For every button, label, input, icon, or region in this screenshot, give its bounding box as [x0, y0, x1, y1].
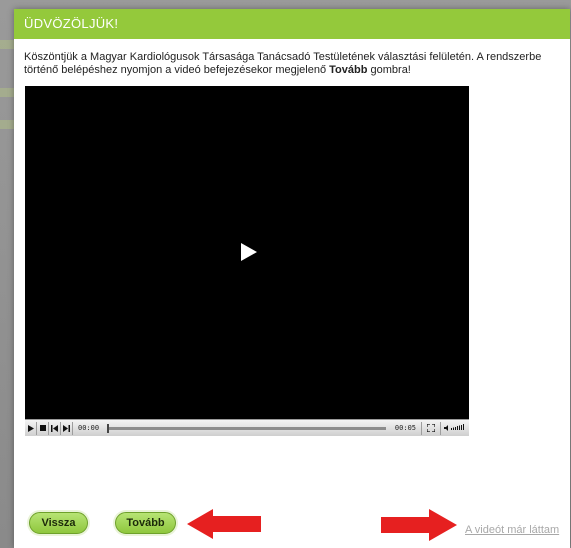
previous-icon[interactable]: [49, 421, 61, 435]
seek-bar[interactable]: [107, 423, 386, 433]
background-stub: [0, 40, 14, 49]
fullscreen-icon[interactable]: [422, 421, 441, 435]
left-arrow-icon: [187, 509, 261, 539]
duration: 00:05: [390, 421, 422, 435]
seek-handle[interactable]: [107, 423, 110, 433]
back-button[interactable]: Vissza: [29, 512, 88, 534]
next-icon[interactable]: [61, 421, 73, 435]
play-control-icon[interactable]: [25, 421, 37, 435]
current-time: 00:00: [78, 423, 100, 432]
next-button[interactable]: Tovább: [115, 512, 176, 534]
dialog-title: ÜDVÖZÖLJÜK!: [14, 9, 570, 39]
intro-text: Köszöntjük a Magyar Kardiológusok Társas…: [24, 51, 564, 77]
stop-icon[interactable]: [37, 421, 49, 435]
background-stub: [0, 88, 14, 97]
play-icon[interactable]: [241, 243, 257, 261]
right-arrow-icon: [381, 509, 457, 541]
intro-text-part: Köszöntjük a Magyar Kardiológusok Társas…: [24, 51, 542, 76]
intro-text-bold: Tovább: [329, 64, 368, 76]
background-stub: [0, 120, 14, 129]
welcome-dialog: ÜDVÖZÖLJÜK! Köszöntjük a Magyar Kardioló…: [14, 9, 570, 548]
video-controls: 00:00 00:05: [25, 419, 469, 436]
skip-video-link[interactable]: A videót már láttam: [465, 524, 559, 536]
page: ÜDVÖZÖLJÜK! Köszöntjük a Magyar Kardioló…: [0, 0, 571, 548]
intro-text-end: gombra!: [367, 64, 411, 76]
video-player[interactable]: 00:00 00:05: [25, 86, 469, 436]
volume-icon[interactable]: [441, 422, 469, 435]
